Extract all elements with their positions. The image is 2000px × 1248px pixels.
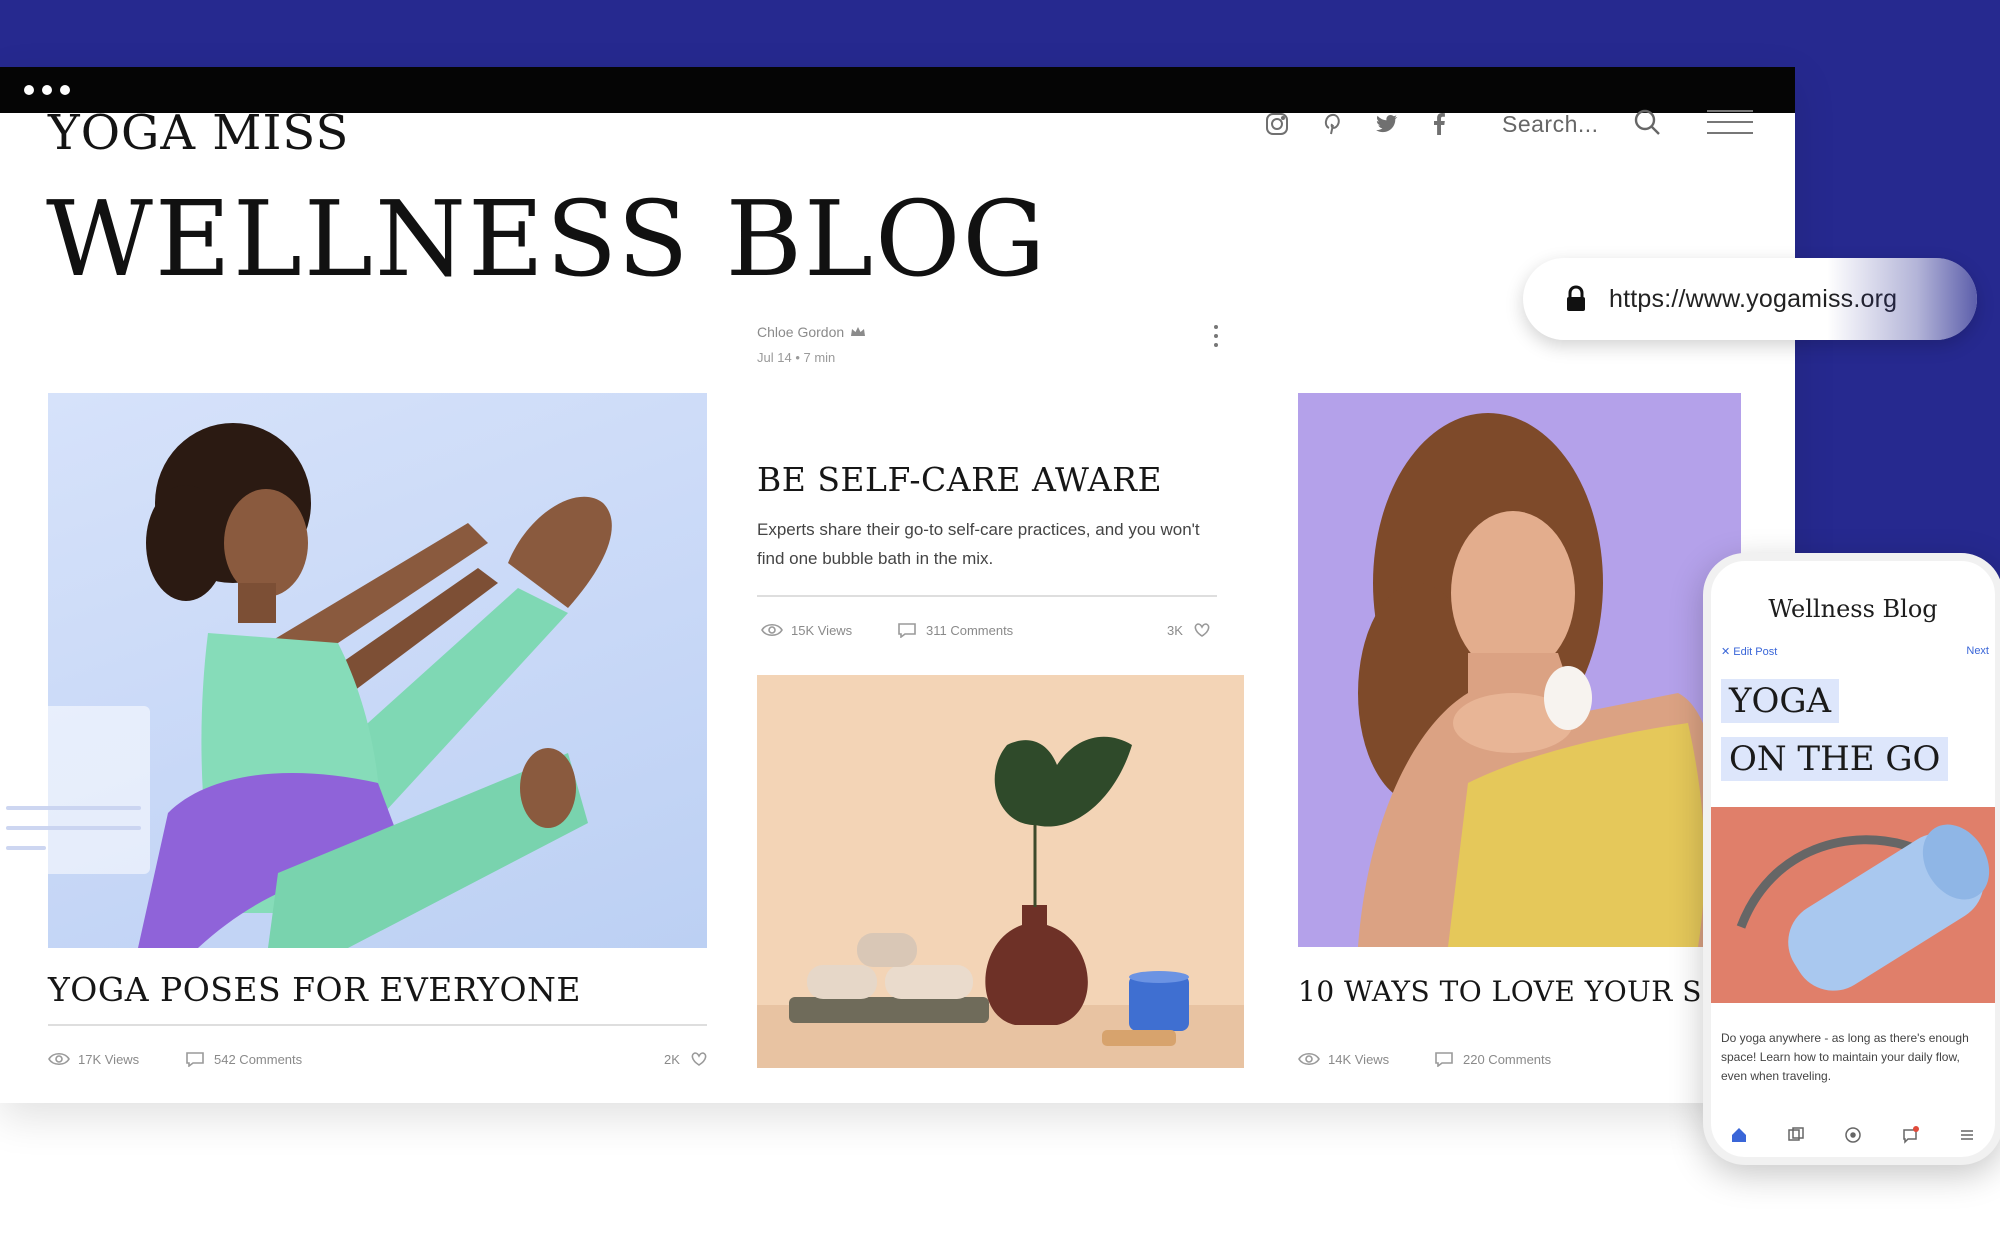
eye-icon bbox=[1298, 1052, 1320, 1066]
likes-count: 3K bbox=[1167, 622, 1183, 638]
post-excerpt: Experts share their go-to self-care prac… bbox=[757, 520, 1200, 568]
mobile-bottom-nav bbox=[1711, 1117, 1995, 1153]
window-dot bbox=[42, 85, 52, 95]
pinterest-icon[interactable] bbox=[1318, 110, 1346, 138]
post-divider bbox=[757, 595, 1217, 597]
post-comments[interactable]: 542 Comments bbox=[184, 1051, 302, 1067]
comment-icon bbox=[1435, 1052, 1453, 1067]
twitter-icon[interactable] bbox=[1372, 110, 1400, 138]
heart-icon bbox=[691, 1052, 707, 1066]
post-divider bbox=[48, 1024, 707, 1026]
post-author[interactable]: Chloe Gordon bbox=[757, 324, 866, 340]
heart-icon bbox=[1194, 623, 1210, 637]
post-likes[interactable]: 3K bbox=[1167, 622, 1213, 638]
hamburger-menu-icon[interactable] bbox=[1707, 108, 1753, 136]
views-count: 15K Views bbox=[791, 622, 853, 638]
eye-icon bbox=[761, 623, 783, 637]
post-comments[interactable]: 220 Comments bbox=[1433, 1051, 1551, 1067]
edit-post-label: Edit Post bbox=[1733, 646, 1778, 658]
add-icon[interactable] bbox=[1844, 1126, 1862, 1144]
mobile-preview: Wellness Blog ✕ Edit Post Next YOGA ON T… bbox=[1703, 553, 2000, 1165]
comment-icon bbox=[186, 1052, 204, 1067]
post-views: 14K Views bbox=[1298, 1051, 1389, 1067]
post-likes[interactable]: 2K bbox=[664, 1051, 710, 1067]
post-views: 15K Views bbox=[761, 622, 852, 638]
mobile-post-image bbox=[1711, 807, 1995, 1003]
mobile-headline-line1[interactable]: YOGA bbox=[1721, 679, 1840, 723]
menu-icon[interactable] bbox=[1958, 1126, 1976, 1144]
mobile-headline-line2[interactable]: ON THE GO bbox=[1721, 737, 1949, 781]
lock-icon bbox=[1567, 285, 1585, 311]
search-input[interactable]: Search... bbox=[1502, 111, 1599, 138]
post-date: Jul 14 bbox=[757, 350, 792, 365]
post-title[interactable]: YOGA POSES FOR EVERYONE bbox=[48, 970, 581, 1009]
views-count: 17K Views bbox=[78, 1051, 140, 1067]
site-brand[interactable]: YOGA MISS bbox=[48, 105, 349, 161]
comments-count: 311 Comments bbox=[926, 622, 1014, 638]
mobile-post-body: Do yoga anywhere - as long as there's en… bbox=[1721, 1031, 1969, 1083]
comments-count: 220 Comments bbox=[1463, 1051, 1552, 1067]
posts-icon[interactable] bbox=[1787, 1126, 1805, 1144]
post-views: 17K Views bbox=[48, 1051, 139, 1067]
eye-icon bbox=[48, 1052, 70, 1066]
url-fade bbox=[1827, 258, 1977, 340]
notifications-icon[interactable] bbox=[1901, 1126, 1919, 1144]
author-name: Chloe Gordon bbox=[757, 324, 845, 340]
crown-icon bbox=[851, 327, 866, 336]
post-image-self-care[interactable] bbox=[757, 675, 1244, 1068]
post-meta: Jul 14 • 7 min bbox=[757, 350, 835, 365]
post-title[interactable]: BE SELF-CARE AWARE bbox=[757, 460, 1162, 499]
mobile-next-button[interactable]: Next bbox=[1966, 645, 1989, 657]
post-read-time: 7 min bbox=[803, 350, 836, 365]
facebook-icon[interactable] bbox=[1425, 110, 1453, 138]
post-title[interactable]: 10 WAYS TO LOVE YOUR SKIN bbox=[1298, 975, 1760, 1008]
search-icon[interactable] bbox=[1632, 107, 1662, 137]
mobile-edit-post-button[interactable]: ✕ Edit Post bbox=[1721, 645, 1777, 658]
views-count: 14K Views bbox=[1328, 1051, 1390, 1067]
more-options-icon[interactable] bbox=[1209, 323, 1223, 349]
post-image-skin-care[interactable] bbox=[1298, 393, 1741, 947]
window-dot bbox=[24, 85, 34, 95]
post-comments[interactable]: 311 Comments bbox=[896, 622, 1013, 638]
comment-icon bbox=[898, 623, 916, 638]
stage: YOGA MISS WELLNESS BLOG Search... YOGA P… bbox=[0, 0, 2000, 1248]
window-dot bbox=[60, 85, 70, 95]
likes-count: 2K bbox=[664, 1051, 680, 1067]
url-bar[interactable]: https://www.yogamiss.org bbox=[1523, 258, 1977, 340]
mobile-blog-title: Wellness Blog bbox=[1768, 595, 1938, 623]
home-icon[interactable] bbox=[1730, 1126, 1748, 1144]
editor-overlay-ghost bbox=[0, 706, 150, 874]
instagram-icon[interactable] bbox=[1263, 110, 1291, 138]
comments-count: 542 Comments bbox=[214, 1051, 303, 1067]
meta-separator: • bbox=[795, 350, 804, 365]
blog-title: WELLNESS BLOG bbox=[46, 178, 1048, 300]
